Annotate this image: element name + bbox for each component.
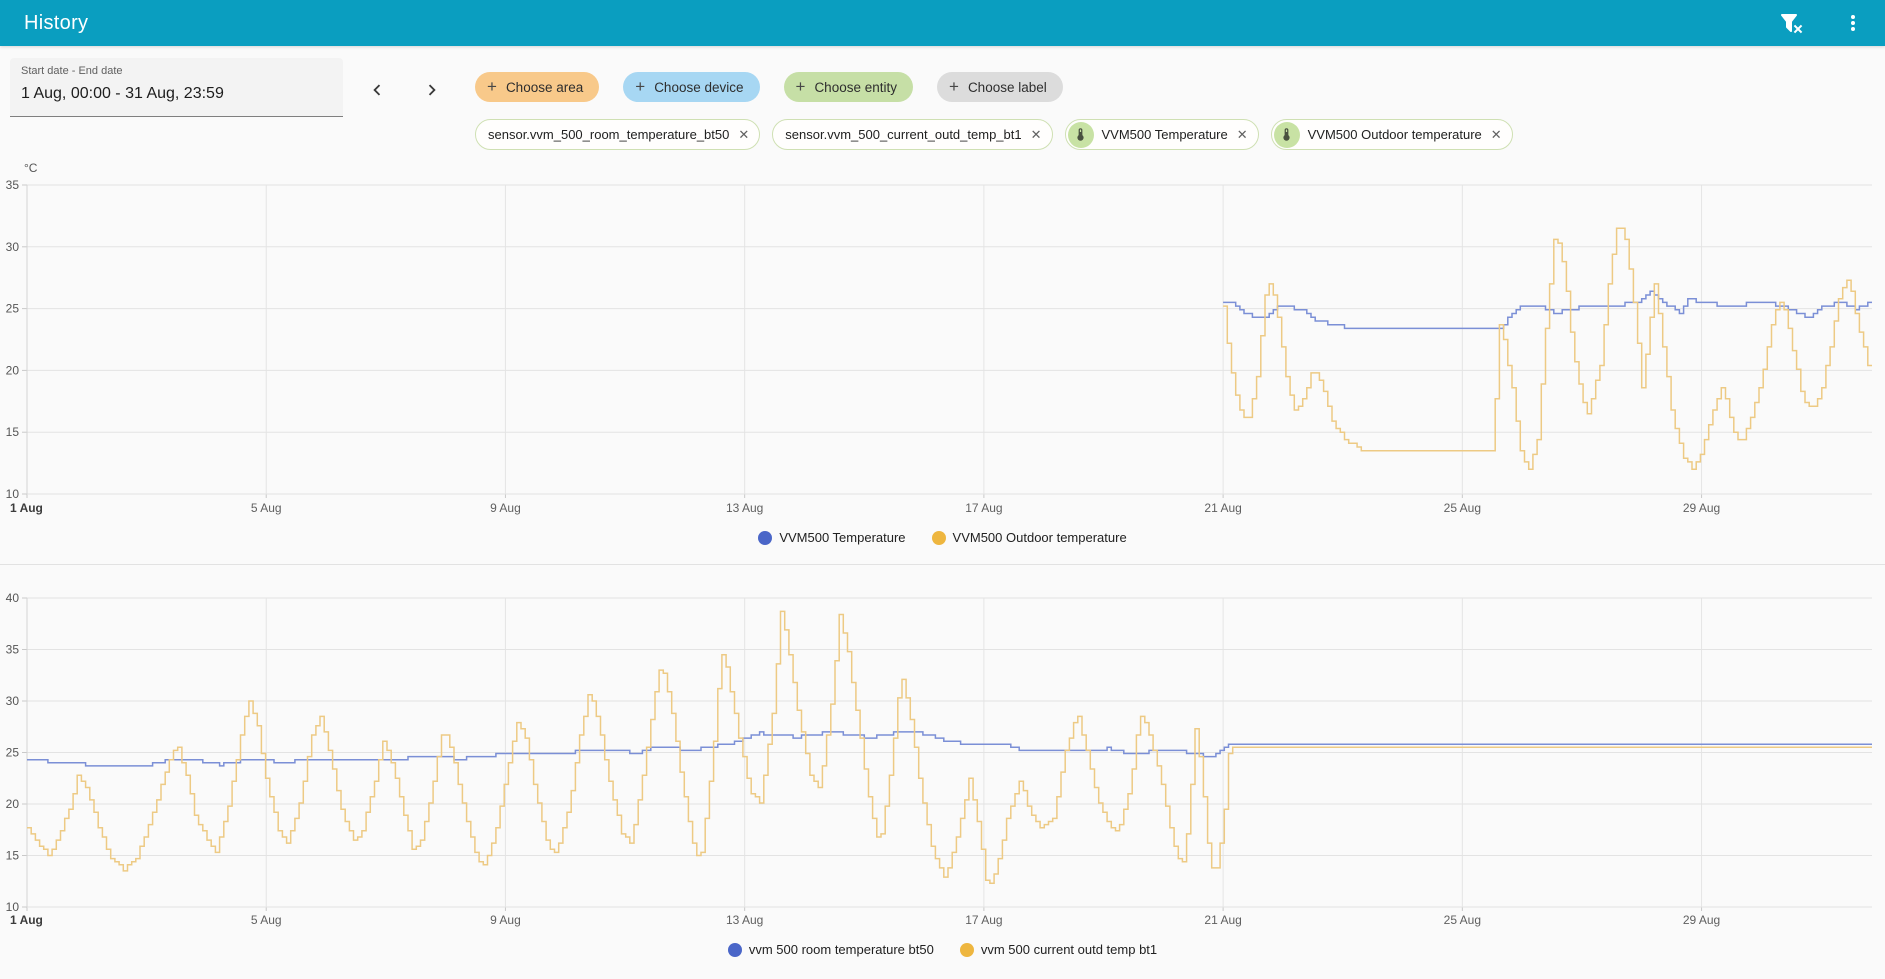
date-range-value: 1 Aug, 00:00 - 31 Aug, 23:59 bbox=[21, 85, 224, 102]
svg-text:21 Aug: 21 Aug bbox=[1204, 913, 1241, 927]
svg-text:17 Aug: 17 Aug bbox=[965, 913, 1002, 927]
upper-chart-legend: VVM500 Temperature VVM500 Outdoor tempera… bbox=[0, 530, 1885, 545]
legend-item[interactable]: vvm 500 room temperature bt50 bbox=[727, 942, 934, 957]
svg-text:1 Aug: 1 Aug bbox=[10, 501, 43, 515]
chevron-right-icon bbox=[421, 79, 443, 101]
svg-text:15: 15 bbox=[6, 849, 20, 863]
svg-text:13 Aug: 13 Aug bbox=[726, 913, 763, 927]
svg-text:17 Aug: 17 Aug bbox=[965, 501, 1002, 515]
page-title: History bbox=[24, 11, 89, 34]
chip-label: Choose label bbox=[967, 79, 1047, 95]
next-period-button[interactable] bbox=[412, 70, 452, 110]
svg-text:30: 30 bbox=[6, 694, 20, 708]
app-header: History bbox=[0, 0, 1885, 46]
history-page: History Start date - End date 1 Aug, 00:… bbox=[0, 0, 1885, 979]
svg-text:25: 25 bbox=[6, 302, 20, 316]
overflow-menu-button[interactable] bbox=[1833, 3, 1873, 43]
svg-text:29 Aug: 29 Aug bbox=[1683, 501, 1720, 515]
svg-text:10: 10 bbox=[6, 487, 20, 501]
chip-label: Choose area bbox=[505, 79, 584, 95]
svg-text:°C: °C bbox=[24, 161, 38, 175]
kebab-menu-icon bbox=[1841, 11, 1865, 35]
filter-chip-row: + Choose area + Choose device + Choose entity… bbox=[475, 72, 1063, 102]
chip-label: Choose device bbox=[654, 79, 744, 95]
svg-text:25: 25 bbox=[6, 746, 20, 760]
temperature-chart-lower[interactable]: 40 35 30 25 20 15 101 Aug 5 Aug 9 Aug 13 Aug 17 Au… bbox=[0, 575, 1885, 935]
legend-dot-icon bbox=[758, 530, 773, 545]
legend-item[interactable]: VVM500 Outdoor temperature bbox=[931, 530, 1127, 545]
choose-entity-chip[interactable]: + Choose entity bbox=[783, 72, 913, 102]
svg-text:1 Aug: 1 Aug bbox=[10, 913, 43, 927]
date-range-label: Start date - End date bbox=[21, 65, 123, 77]
svg-text:9 Aug: 9 Aug bbox=[490, 913, 521, 927]
legend-label: VVM500 Outdoor temperature bbox=[952, 530, 1127, 545]
choose-label-chip[interactable]: + Choose label bbox=[937, 72, 1063, 102]
choose-area-chip[interactable]: + Choose area bbox=[475, 72, 600, 102]
svg-text:5 Aug: 5 Aug bbox=[251, 501, 282, 515]
chip-label: Choose entity bbox=[814, 79, 897, 95]
svg-text:20: 20 bbox=[6, 363, 20, 377]
plus-icon: + bbox=[949, 77, 959, 96]
legend-dot-icon bbox=[727, 942, 742, 957]
svg-text:9 Aug: 9 Aug bbox=[490, 501, 521, 515]
legend-dot-icon bbox=[959, 942, 974, 957]
svg-text:25 Aug: 25 Aug bbox=[1444, 501, 1481, 515]
lower-chart-legend: vvm 500 room temperature bt50 vvm 500 cur… bbox=[0, 942, 1885, 957]
svg-text:30: 30 bbox=[6, 240, 20, 254]
legend-dot-icon bbox=[931, 530, 946, 545]
svg-text:15: 15 bbox=[6, 425, 20, 439]
remove-filters-button[interactable] bbox=[1771, 3, 1811, 43]
svg-text:5 Aug: 5 Aug bbox=[251, 913, 282, 927]
section-divider bbox=[0, 564, 1885, 565]
temperature-chart-upper[interactable]: 35 30 25 20 15 101 Aug 5 Aug 9 Aug 13 Aug 17 Aug 2… bbox=[0, 140, 1885, 525]
filter-remove-icon bbox=[1779, 11, 1803, 35]
plus-icon: + bbox=[487, 77, 497, 96]
date-range-picker[interactable]: Start date - End date 1 Aug, 00:00 - 31 … bbox=[10, 58, 343, 117]
svg-text:35: 35 bbox=[6, 643, 20, 657]
legend-label: vvm 500 current outd temp bt1 bbox=[980, 942, 1158, 957]
chevron-left-icon bbox=[366, 79, 388, 101]
svg-text:35: 35 bbox=[6, 178, 20, 192]
svg-text:20: 20 bbox=[6, 797, 20, 811]
header-actions bbox=[1771, 0, 1873, 46]
svg-text:29 Aug: 29 Aug bbox=[1683, 913, 1720, 927]
legend-item[interactable]: vvm 500 current outd temp bt1 bbox=[959, 942, 1158, 957]
choose-device-chip[interactable]: + Choose device bbox=[623, 72, 760, 102]
plus-icon: + bbox=[795, 77, 806, 96]
svg-text:13 Aug: 13 Aug bbox=[726, 501, 763, 515]
plus-icon: + bbox=[635, 77, 646, 96]
legend-label: VVM500 Temperature bbox=[779, 530, 906, 545]
svg-text:10: 10 bbox=[6, 900, 20, 914]
svg-text:21 Aug: 21 Aug bbox=[1204, 501, 1241, 515]
legend-item[interactable]: VVM500 Temperature bbox=[758, 530, 906, 545]
previous-period-button[interactable] bbox=[357, 70, 397, 110]
svg-text:40: 40 bbox=[6, 591, 20, 605]
legend-label: vvm 500 room temperature bt50 bbox=[748, 942, 934, 957]
svg-text:25 Aug: 25 Aug bbox=[1444, 913, 1481, 927]
